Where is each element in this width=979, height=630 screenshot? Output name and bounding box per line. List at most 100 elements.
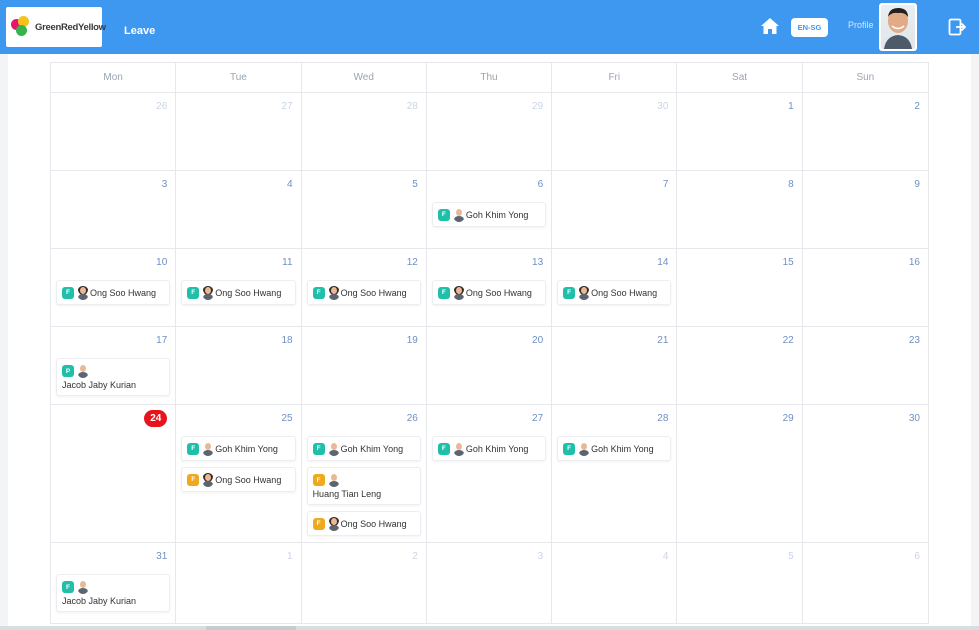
calendar-day-cell[interactable]: 27: [176, 93, 302, 170]
calendar-day-cell[interactable]: 18: [176, 327, 302, 406]
calendar-day-cell[interactable]: 10 F Ong Soo Hwang: [51, 249, 177, 326]
day-number: 24: [56, 410, 170, 427]
calendar-day-today[interactable]: 24: [51, 405, 177, 546]
employee-avatar-icon: [328, 473, 340, 487]
weekday-mon: Mon: [51, 63, 177, 93]
leave-event[interactable]: F Ong Soo Hwang: [306, 280, 421, 305]
calendar-day-cell[interactable]: 1: [176, 543, 302, 623]
day-number: 30: [908, 413, 920, 424]
day-events: F Goh Khim Yong: [557, 436, 672, 461]
calendar-day-cell[interactable]: 7: [552, 171, 678, 248]
company-logo[interactable]: GreenRedYellow: [6, 7, 106, 47]
calendar-week-row: 10 F Ong Soo Hwang 11 F Ong Soo Hwang 12 F Ong S…: [51, 249, 928, 327]
day-events: P Jacob Jaby Kurian: [56, 358, 171, 396]
calendar-day-cell[interactable]: 9: [803, 171, 928, 248]
calendar-day-cell[interactable]: 27 F Goh Khim Yong: [427, 405, 553, 546]
leave-calendar: Mon Tue Wed Thu Fri Sat Sun 26 27 28 29 30 1 2 3 4 5 6 F G…: [50, 62, 929, 624]
calendar-day-cell[interactable]: 6: [803, 543, 928, 623]
employee-avatar-icon: [202, 442, 214, 456]
calendar-day-cell[interactable]: 25 F Goh Khim Yong F Ong Soo Hwang: [176, 405, 302, 546]
calendar-day-cell[interactable]: 28: [302, 93, 427, 170]
logo-mark-icon: [11, 16, 33, 38]
calendar-day-cell[interactable]: 5: [302, 171, 427, 248]
leave-event[interactable]: F Goh Khim Yong: [306, 436, 421, 461]
leave-event[interactable]: F Ong Soo Hwang: [56, 280, 171, 305]
leave-type-badge: F: [437, 442, 450, 455]
day-number: 14: [657, 257, 669, 268]
calendar-day-cell[interactable]: 4: [176, 171, 302, 248]
calendar-day-cell[interactable]: 13 F Ong Soo Hwang: [427, 249, 553, 326]
calendar-day-cell[interactable]: 21: [552, 327, 678, 406]
calendar-day-cell[interactable]: 30: [803, 405, 928, 546]
home-icon[interactable]: [760, 17, 780, 35]
calendar-day-cell[interactable]: 1: [677, 93, 803, 170]
calendar-day-cell[interactable]: 12 F Ong Soo Hwang: [302, 249, 427, 326]
employee-avatar-icon: [328, 517, 340, 531]
employee-name: Ong Soo Hwang: [591, 287, 658, 298]
calendar-day-cell[interactable]: 11 F Ong Soo Hwang: [176, 249, 302, 326]
horizontal-scrollbar[interactable]: [0, 626, 979, 630]
calendar-day-cell[interactable]: 31 F Jacob Jaby Kurian: [51, 543, 177, 623]
nav-title-leave[interactable]: Leave: [124, 25, 155, 37]
calendar-day-cell[interactable]: 6 F Goh Khim Yong: [427, 171, 553, 248]
profile-label[interactable]: Profile: [848, 20, 874, 30]
calendar-day-cell[interactable]: 22: [677, 327, 803, 406]
calendar-day-cell[interactable]: 23: [803, 327, 928, 406]
leave-type-badge: F: [187, 473, 200, 486]
day-events: F Ong Soo Hwang: [306, 280, 421, 305]
calendar-day-cell[interactable]: 28 F Goh Khim Yong: [552, 405, 678, 546]
leave-event[interactable]: F Goh Khim Yong: [557, 436, 672, 461]
language-selector-button[interactable]: EN-SG: [791, 18, 828, 37]
leave-event[interactable]: F Ong Soo Hwang: [431, 280, 547, 305]
calendar-day-cell[interactable]: 17 P Jacob Jaby Kurian: [51, 327, 177, 406]
calendar-day-cell[interactable]: 3: [51, 171, 177, 248]
employee-avatar-icon: [453, 208, 465, 222]
calendar-day-cell[interactable]: 26 F Goh Khim Yong F Huang Tian Leng F Ong Soo…: [302, 405, 427, 546]
calendar-day-cell[interactable]: 29: [427, 93, 553, 170]
weekday-tue: Tue: [176, 63, 302, 93]
leave-event[interactable]: F Huang Tian Leng: [306, 467, 421, 505]
day-number: 1: [287, 551, 293, 562]
profile-avatar[interactable]: [879, 3, 917, 51]
leave-event[interactable]: F Ong Soo Hwang: [181, 280, 296, 305]
leave-event[interactable]: P Jacob Jaby Kurian: [56, 358, 171, 396]
employee-avatar-icon: [77, 580, 89, 594]
calendar-day-cell[interactable]: 30: [552, 93, 678, 170]
day-number: 26: [156, 101, 168, 112]
scrollbar-thumb[interactable]: [206, 626, 296, 630]
leave-event[interactable]: F Goh Khim Yong: [431, 436, 547, 461]
leave-event[interactable]: F Jacob Jaby Kurian: [56, 574, 171, 612]
logout-icon[interactable]: [948, 18, 966, 36]
leave-type-badge: F: [62, 286, 74, 299]
day-number: 11: [282, 257, 293, 268]
calendar-day-cell[interactable]: 16: [803, 249, 928, 326]
employee-name: Ong Soo Hwang: [340, 287, 407, 298]
employee-avatar-icon: [77, 364, 89, 378]
leave-event[interactable]: F Ong Soo Hwang: [557, 280, 672, 305]
calendar-day-cell[interactable]: 26: [51, 93, 177, 170]
calendar-week-row: 31 F Jacob Jaby Kurian 1 2 3 4 5 6: [51, 543, 928, 623]
calendar-day-cell[interactable]: 8: [677, 171, 803, 248]
calendar-week-row: 17 P Jacob Jaby Kurian 18 19 20 21 22 23: [51, 327, 928, 406]
calendar-day-cell[interactable]: 14 F Ong Soo Hwang: [552, 249, 678, 326]
leave-event[interactable]: F Ong Soo Hwang: [181, 467, 296, 492]
calendar-day-cell[interactable]: 2: [302, 543, 427, 623]
employee-name: Goh Khim Yong: [465, 443, 529, 454]
calendar-day-cell[interactable]: 15: [677, 249, 803, 326]
day-number: 2: [412, 551, 418, 562]
calendar-day-cell[interactable]: 19: [302, 327, 427, 406]
employee-name: Ong Soo Hwang: [340, 518, 407, 529]
calendar-day-cell[interactable]: 5: [677, 543, 803, 623]
day-number: 25: [281, 413, 293, 424]
calendar-day-cell[interactable]: 2: [803, 93, 928, 170]
leave-event[interactable]: F Ong Soo Hwang: [306, 511, 421, 536]
calendar-day-cell[interactable]: 20: [427, 327, 553, 406]
calendar-day-cell[interactable]: 29: [677, 405, 803, 546]
calendar-day-cell[interactable]: 3: [427, 543, 553, 623]
day-number: 31: [156, 551, 168, 562]
leave-event[interactable]: F Goh Khim Yong: [431, 202, 547, 227]
day-number: 17: [156, 335, 168, 346]
day-number: 23: [908, 335, 920, 346]
leave-event[interactable]: F Goh Khim Yong: [181, 436, 296, 461]
calendar-day-cell[interactable]: 4: [552, 543, 678, 623]
